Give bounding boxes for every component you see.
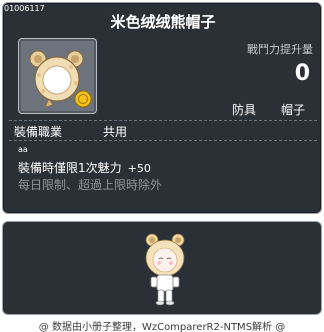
bear-hood-icon xyxy=(29,50,92,108)
job-value: 共用 xyxy=(103,125,128,139)
footer-credit: @ 数据由小册子整理，WzComparerR2-NTMS解析 @ xyxy=(38,322,286,332)
category-tag: 防具 xyxy=(232,103,257,117)
subcategory-tag: 帽子 xyxy=(281,103,306,117)
combat-power-value: 0 xyxy=(294,61,310,86)
item-name: 米色绒绒熊帽子 xyxy=(110,13,216,31)
divider xyxy=(9,140,317,141)
bear-hood-character-preview xyxy=(145,233,185,306)
effect-text: 裝備時僅限1次魅力 xyxy=(18,161,122,175)
combat-power-label: 戰鬥力提升量 xyxy=(247,43,313,56)
description-small-text: aa xyxy=(18,145,28,154)
description-effect: 裝備時僅限1次魅力 +50 xyxy=(18,159,151,176)
character-preview-panel xyxy=(2,221,322,315)
item-icon-frame xyxy=(18,38,97,114)
divider xyxy=(9,120,317,121)
effect-bonus: +50 xyxy=(127,162,151,175)
job-label: 裝備職業 xyxy=(14,125,63,139)
item-tooltip: 01006117 米色绒绒熊帽子 戰鬥力提升量 0 防具 帽子 裝備職業 共用 … xyxy=(2,2,322,214)
description-limit: 每日限制、超過上限時除外 xyxy=(18,178,163,192)
